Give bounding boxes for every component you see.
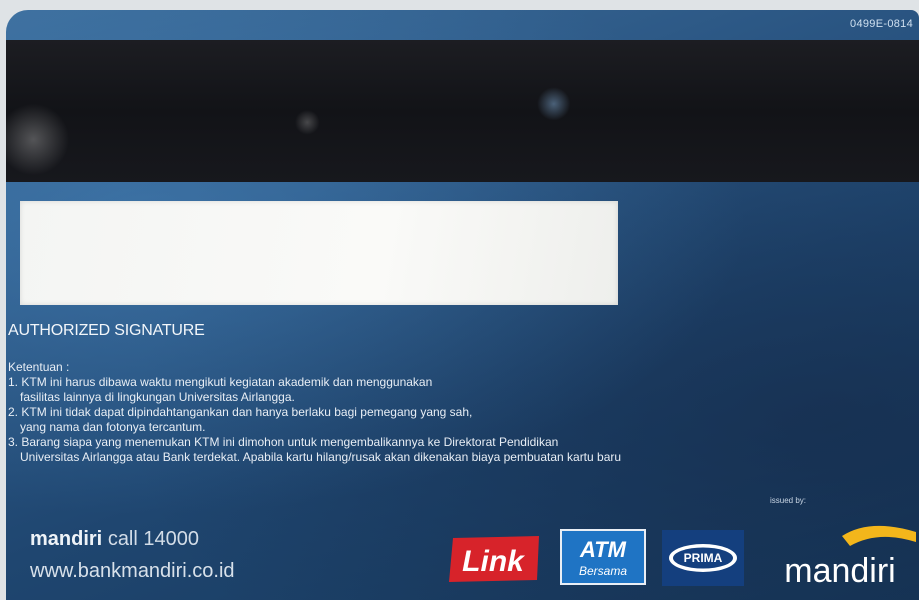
atm-bersama-logo: ATM Bersama bbox=[560, 529, 646, 585]
term-item-3: 3. Barang siapa yang menemukan KTM ini d… bbox=[8, 435, 868, 465]
issued-by-label: issued by: bbox=[770, 496, 807, 505]
term-number: 1. bbox=[8, 375, 19, 389]
card-number: 0499E-0814 bbox=[850, 18, 913, 30]
student-card-back: 0499E-0814 bbox=[6, 10, 919, 600]
signature-panel bbox=[20, 201, 618, 305]
prima-logo: PRIMA bbox=[662, 530, 744, 586]
atm-logo-top-text: ATM bbox=[579, 537, 627, 562]
term-line: Universitas Airlangga atau Bank terdekat… bbox=[20, 450, 622, 464]
prima-logo-text: PRIMA bbox=[684, 551, 723, 565]
magnetic-stripe bbox=[6, 40, 919, 182]
term-line: yang nama dan fotonya tercantum. bbox=[20, 420, 206, 434]
mandiri-logo: mandiri bbox=[784, 525, 916, 590]
terms-heading: Ketentuan : bbox=[8, 360, 70, 374]
terms-block: Ketentuan : 1. KTM ini harus dibawa wakt… bbox=[8, 360, 868, 465]
term-number: 2. bbox=[8, 405, 19, 419]
card-photo: 0499E-0814 AUTHORIZED SIGNATURE Ketentua… bbox=[0, 0, 919, 600]
term-line: Barang siapa yang menemukan KTM ini dimo… bbox=[21, 435, 559, 449]
authorized-signature-label: AUTHORIZED SIGNATURE bbox=[8, 322, 205, 339]
term-line: KTM ini harus dibawa waktu mengikuti keg… bbox=[21, 375, 433, 389]
term-line: KTM ini tidak dapat dipindahtangankan da… bbox=[21, 405, 473, 419]
term-item-2: 2. KTM ini tidak dapat dipindahtangankan… bbox=[8, 405, 868, 435]
atm-logo-bottom-text: Bersama bbox=[579, 564, 627, 578]
call-number-text: call 14000 bbox=[107, 528, 199, 550]
link-logo-text: Link bbox=[462, 545, 525, 578]
term-item-1: 1. KTM ini harus dibawa waktu mengikuti … bbox=[8, 375, 868, 405]
link-logo: Link bbox=[449, 536, 539, 582]
mandiri-logo-text: mandiri bbox=[784, 552, 895, 590]
term-number: 3. bbox=[8, 435, 19, 449]
website-text: www.bankmandiri.co.id bbox=[30, 560, 235, 582]
term-line: fasilitas lainnya di lingkungan Universi… bbox=[20, 390, 295, 404]
call-center-line: mandiri call 14000 bbox=[30, 528, 199, 551]
mandiri-brand-text: mandiri bbox=[30, 528, 103, 550]
